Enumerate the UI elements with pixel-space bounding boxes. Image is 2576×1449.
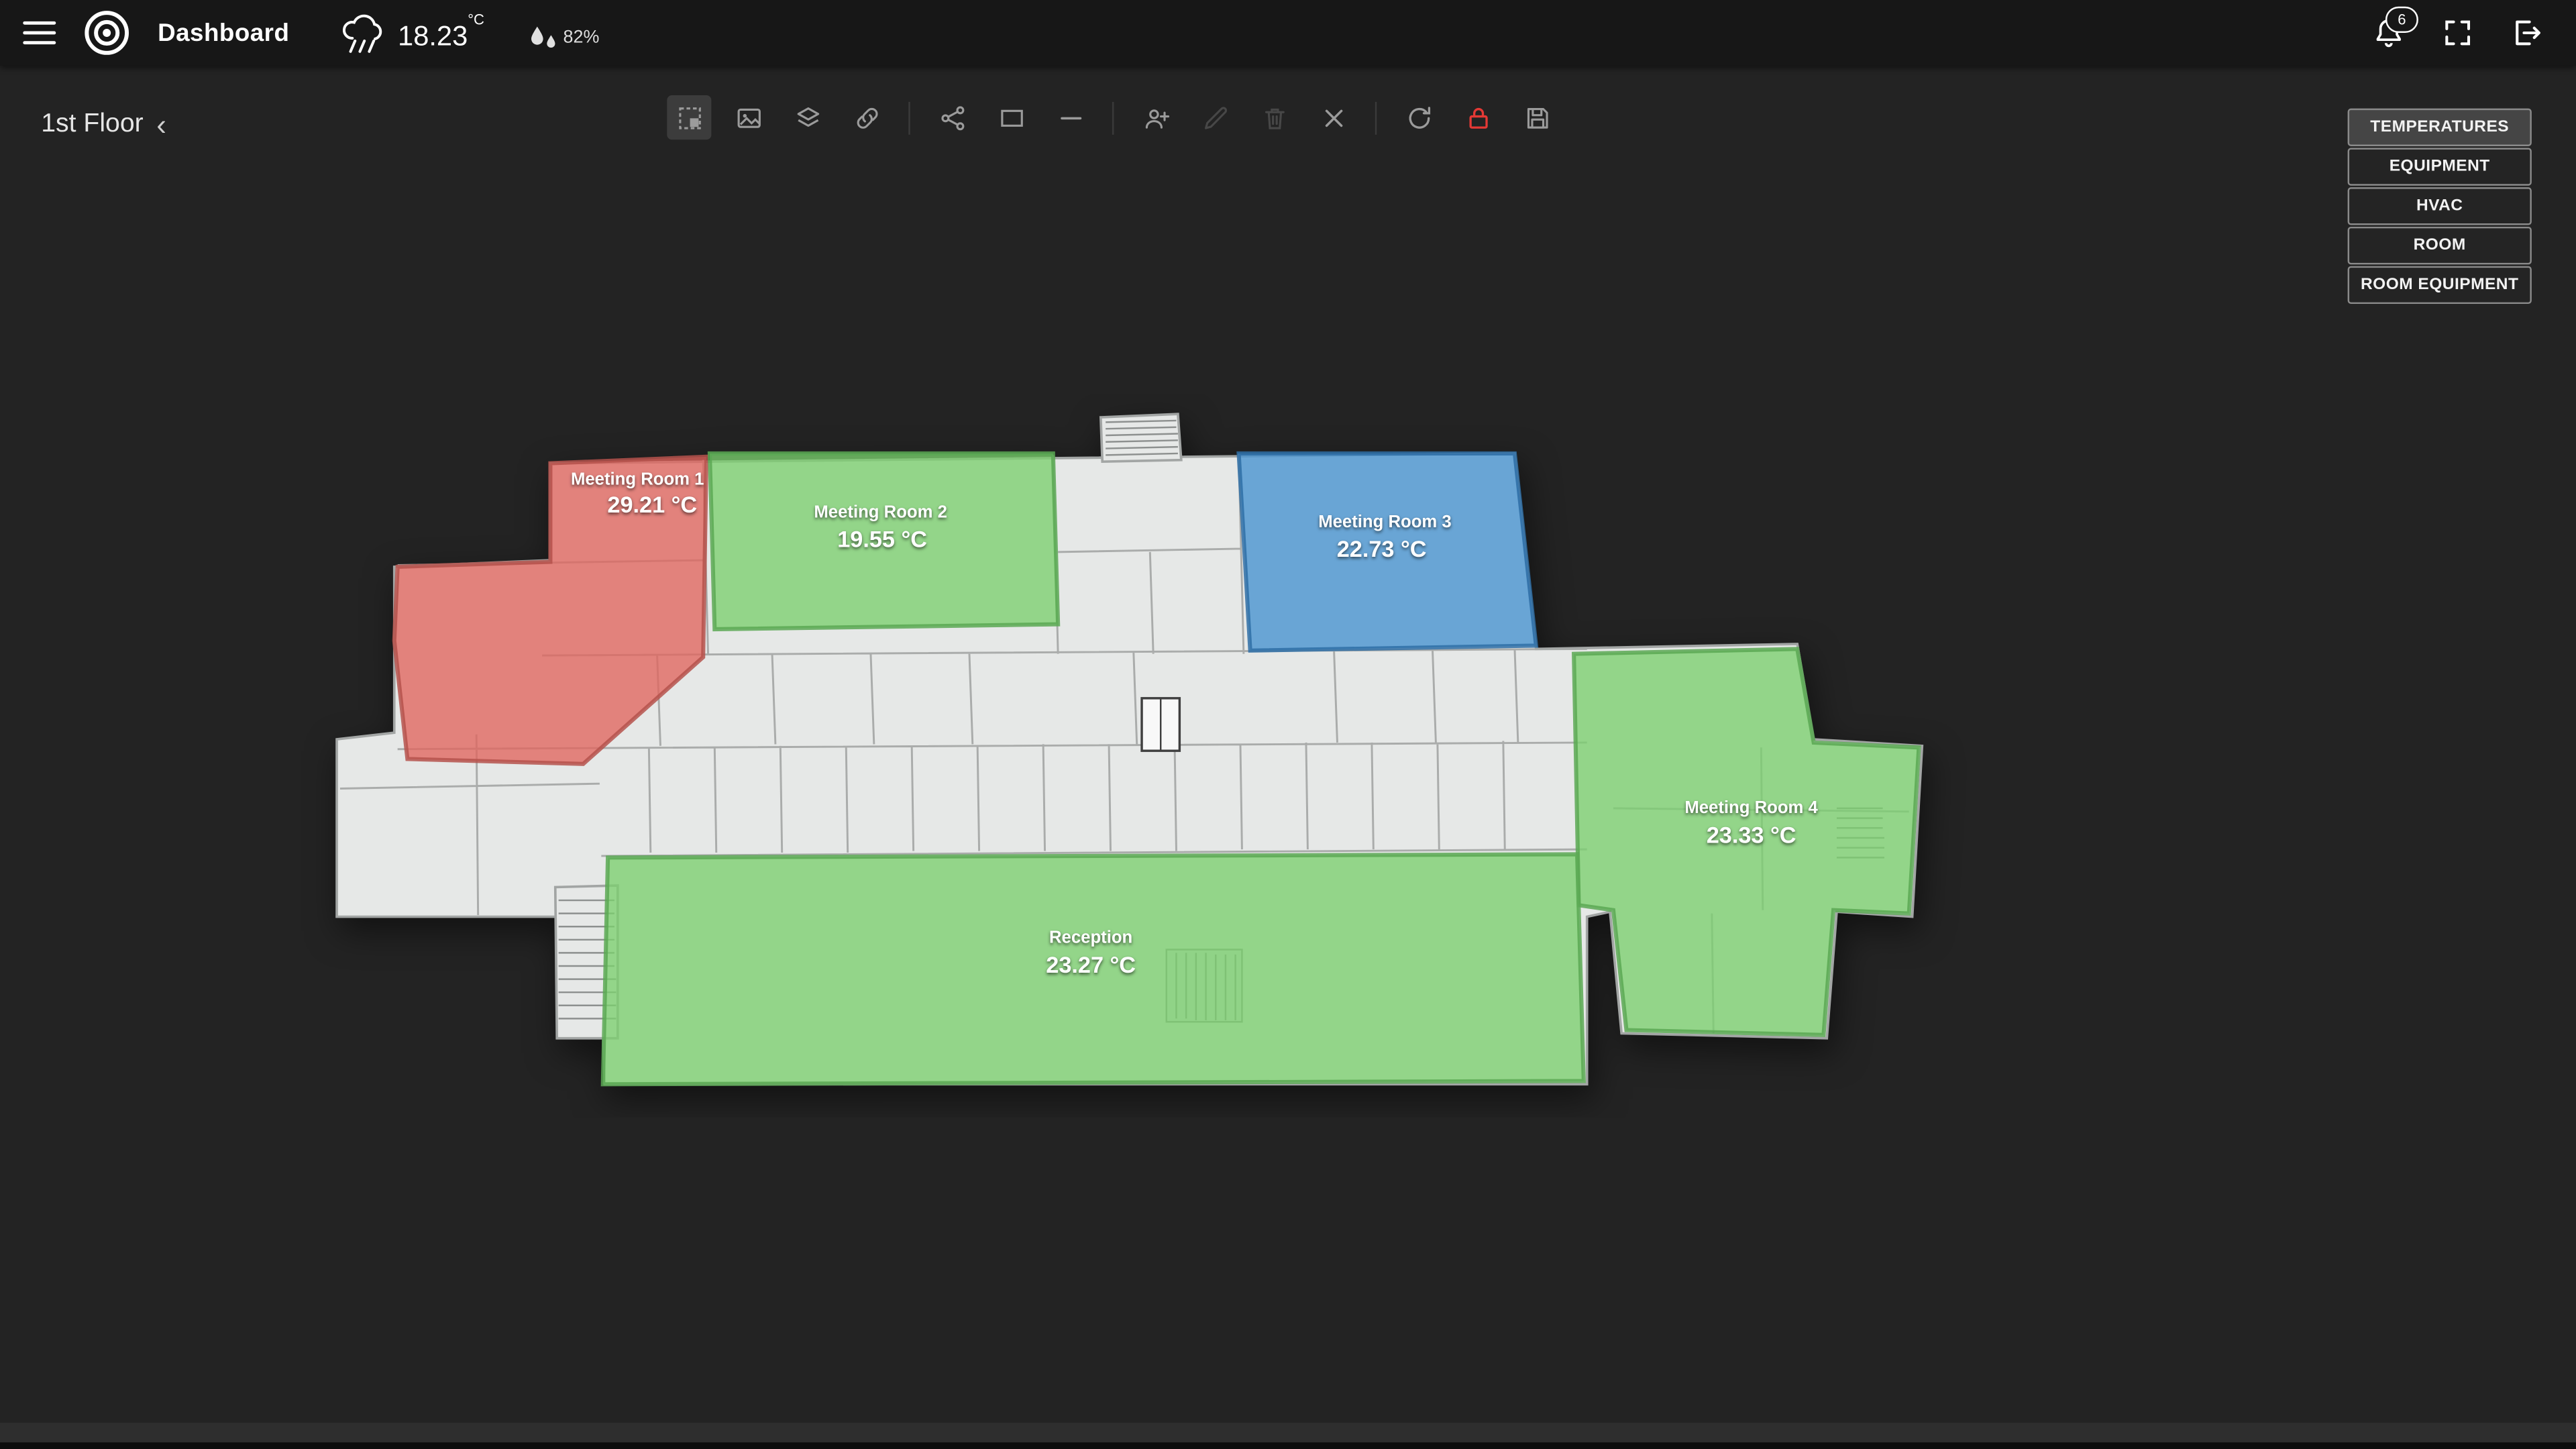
floor-selector[interactable]: 1st Floor ‹ xyxy=(41,110,166,140)
line-icon xyxy=(1055,103,1085,132)
widget-select-icon xyxy=(674,103,704,132)
add-group-button[interactable] xyxy=(1134,95,1178,140)
menu-icon[interactable] xyxy=(23,21,56,44)
lock-button[interactable] xyxy=(1456,95,1500,140)
edit-icon xyxy=(1200,103,1230,132)
rectangle-button[interactable] xyxy=(989,95,1033,140)
notification-badge: 6 xyxy=(2385,7,2418,33)
refresh-button[interactable] xyxy=(1397,95,1441,140)
rain-cloud-icon xyxy=(339,11,388,54)
close-icon xyxy=(1318,103,1348,132)
room-label-meeting-room-4: Meeting Room 4 xyxy=(1684,798,1818,817)
layer-button-equipment[interactable]: EQUIPMENT xyxy=(2348,148,2532,185)
lock-icon xyxy=(1463,103,1493,132)
bottom-edge xyxy=(0,1442,2576,1449)
floor-name: 1st Floor xyxy=(41,110,143,140)
layer-button-room-equipment[interactable]: ROOM EQUIPMENT xyxy=(2348,266,2532,304)
chevron-left-icon[interactable]: ‹ xyxy=(156,112,166,138)
add-group-icon xyxy=(1141,103,1171,132)
logout-button[interactable] xyxy=(2510,16,2543,49)
link-icon xyxy=(852,103,881,132)
humidity-drops-icon xyxy=(527,25,560,51)
weather-widget: 18.23°C xyxy=(339,7,484,58)
refresh-icon xyxy=(1404,103,1434,132)
room-label-reception: Reception xyxy=(1049,928,1132,947)
elevator xyxy=(1142,698,1179,751)
room-temp-meeting-room-2: 19.55 °C xyxy=(837,527,927,553)
page-title: Dashboard xyxy=(158,19,289,47)
layer-button-temperatures[interactable]: TEMPERATURES xyxy=(2348,109,2532,146)
widget-select-button[interactable] xyxy=(667,95,711,140)
save-button[interactable] xyxy=(1515,95,1559,140)
temperature-unit: °C xyxy=(468,11,484,27)
toolbar-divider xyxy=(1375,101,1377,134)
image-icon xyxy=(733,103,763,132)
floorplan-canvas[interactable]: Meeting Room 1 29.21 °C Meeting Room 2 1… xyxy=(263,394,2004,1118)
room-temp-meeting-room-1: 29.21 °C xyxy=(607,492,697,518)
room-temp-meeting-room-3: 22.73 °C xyxy=(1337,537,1427,562)
edit-button xyxy=(1193,95,1237,140)
humidity-value: 82% xyxy=(564,28,600,48)
room-temp-meeting-room-4: 23.33 °C xyxy=(1707,822,1796,848)
fullscreen-icon xyxy=(2441,16,2474,49)
share-button[interactable] xyxy=(930,95,974,140)
room-temp-reception: 23.27 °C xyxy=(1046,953,1136,978)
layer-button-panel: TEMPERATURES EQUIPMENT HVAC ROOM ROOM EQ… xyxy=(2348,109,2532,306)
image-button[interactable] xyxy=(726,95,770,140)
toolbar-divider xyxy=(908,101,910,134)
close-button[interactable] xyxy=(1311,95,1355,140)
editor-toolbar xyxy=(667,95,1559,140)
save-icon xyxy=(1522,103,1552,132)
layers-icon xyxy=(793,103,822,132)
toolbar-divider xyxy=(1112,101,1114,134)
layer-button-room[interactable]: ROOM xyxy=(2348,227,2532,264)
share-icon xyxy=(937,103,967,132)
room-label-meeting-room-1: Meeting Room 1 xyxy=(571,470,704,488)
delete-button xyxy=(1252,95,1296,140)
rectangle-icon xyxy=(996,103,1026,132)
line-button[interactable] xyxy=(1048,95,1092,140)
room-label-meeting-room-3: Meeting Room 3 xyxy=(1318,513,1452,531)
humidity-widget: 82% xyxy=(527,25,600,51)
layer-button-hvac[interactable]: HVAC xyxy=(2348,187,2532,225)
delete-icon xyxy=(1259,103,1289,132)
horizontal-scrollbar[interactable] xyxy=(0,1423,2576,1442)
layers-button[interactable] xyxy=(786,95,830,140)
room-label-meeting-room-2: Meeting Room 2 xyxy=(814,502,947,521)
fullscreen-button[interactable] xyxy=(2441,16,2474,49)
logo-target-icon xyxy=(82,8,131,57)
app: Dashboard 18.23°C 82% xyxy=(0,0,2576,1449)
outdoor-temperature: 18.23°C xyxy=(398,7,484,58)
link-button[interactable] xyxy=(845,95,889,140)
exit-icon xyxy=(2510,16,2543,49)
topbar: Dashboard 18.23°C 82% xyxy=(0,0,2576,66)
notifications-button[interactable]: 6 xyxy=(2372,16,2405,49)
